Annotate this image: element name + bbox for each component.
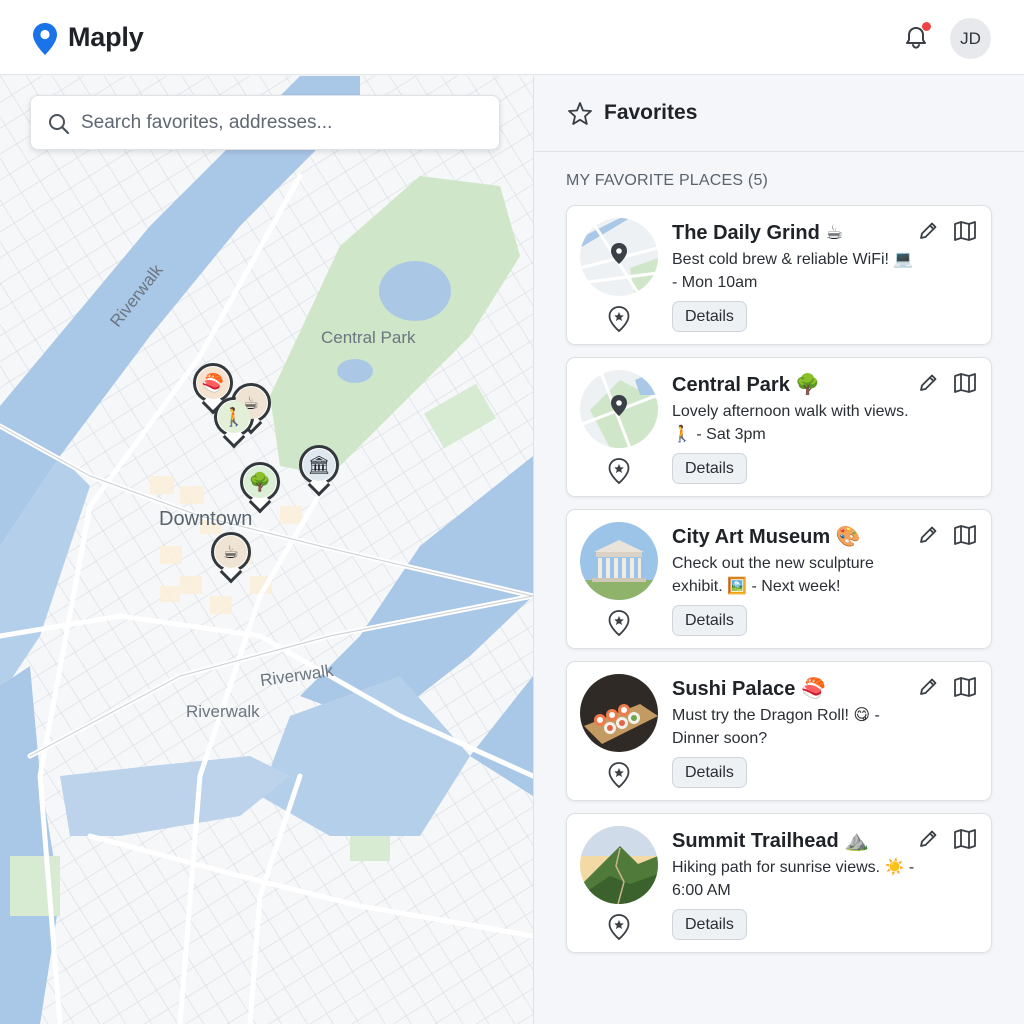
app-header: Maply JD	[0, 0, 1024, 75]
place-thumbnail	[580, 370, 658, 448]
map-base	[0, 76, 533, 1024]
details-button[interactable]: Details	[672, 757, 747, 788]
details-button[interactable]: Details	[672, 301, 747, 332]
map-label-downtown: Downtown	[159, 508, 253, 530]
location-pin-icon	[33, 23, 57, 55]
coffee-icon: ☕	[215, 536, 247, 568]
favorite-pin-icon	[608, 762, 630, 788]
app-logo-text: Maply	[68, 22, 144, 52]
map-label-riverwalk: Riverwalk	[186, 702, 260, 721]
place-title: The Daily Grind ☕	[672, 222, 844, 244]
map-icon[interactable]	[953, 372, 977, 394]
edit-icon[interactable]	[917, 220, 939, 242]
favorite-card[interactable]: City Art Museum 🎨 Check out the new scul…	[566, 509, 992, 649]
place-title: Sushi Palace 🍣	[672, 678, 826, 700]
section-label: MY FAVORITE PLACES (5)	[566, 172, 769, 189]
favorites-panel: Favorites MY FAVORITE PLACES (5) The Dai…	[534, 76, 1024, 1024]
map-pin-cafe[interactable]: ☕	[210, 531, 252, 584]
favorite-card[interactable]: The Daily Grind ☕ Best cold brew & relia…	[566, 205, 992, 345]
place-note: Best cold brew & reliable WiFi! 💻 - Mon …	[672, 251, 914, 291]
notification-badge	[922, 22, 931, 31]
place-title: Central Park 🌳	[672, 374, 821, 396]
edit-icon[interactable]	[917, 524, 939, 546]
place-thumbnail	[580, 218, 658, 296]
edit-icon[interactable]	[917, 828, 939, 850]
favorite-pin-icon	[608, 610, 630, 636]
place-thumbnail	[580, 826, 658, 904]
place-note: Hiking path for sunrise views. ☀️ - 6:00…	[672, 859, 915, 899]
user-avatar[interactable]: JD	[950, 18, 991, 59]
details-button[interactable]: Details	[672, 453, 747, 484]
favorite-card[interactable]: Sushi Palace 🍣 Must try the Dragon Roll!…	[566, 661, 992, 801]
place-note: Lovely afternoon walk with views. 🚶 - Sa…	[672, 403, 909, 443]
panel-title: Favorites	[604, 101, 698, 124]
map-pin-museum[interactable]: 🏛	[298, 444, 340, 497]
favorite-card[interactable]: Summit Trailhead ⛰️ Hiking path for sunr…	[566, 813, 992, 953]
edit-icon[interactable]	[917, 676, 939, 698]
hiker-icon: 🚶	[218, 401, 250, 433]
favorites-header: Favorites	[534, 76, 1024, 152]
star-icon	[568, 102, 592, 125]
place-note: Check out the new sculpture exhibit. 🖼️ …	[672, 555, 874, 595]
favorite-card[interactable]: Central Park 🌳 Lovely afternoon walk wit…	[566, 357, 992, 497]
sushi-icon: 🍣	[197, 367, 229, 399]
place-thumbnail	[580, 522, 658, 600]
map-view[interactable]: Riverwalk Central Park Downtown Riverwal…	[0, 76, 533, 1024]
details-button[interactable]: Details	[672, 909, 747, 940]
favorite-pin-icon	[608, 458, 630, 484]
place-note: Must try the Dragon Roll! 😋 - Dinner soo…	[672, 707, 880, 747]
details-button[interactable]: Details	[672, 605, 747, 636]
place-title: Summit Trailhead ⛰️	[672, 830, 870, 852]
tree-icon: 🌳	[244, 466, 276, 498]
map-icon[interactable]	[953, 828, 977, 850]
search-bar[interactable]	[30, 95, 500, 150]
map-label-central-park: Central Park	[321, 328, 416, 347]
museum-icon: 🏛	[303, 449, 335, 481]
map-icon[interactable]	[953, 676, 977, 698]
favorite-pin-icon	[608, 306, 630, 332]
map-pin-park[interactable]: 🌳	[239, 461, 281, 514]
place-thumbnail	[580, 674, 658, 752]
map-icon[interactable]	[953, 220, 977, 242]
place-title: City Art Museum 🎨	[672, 526, 861, 548]
search-input[interactable]	[81, 106, 491, 140]
favorite-pin-icon	[608, 914, 630, 940]
edit-icon[interactable]	[917, 372, 939, 394]
map-icon[interactable]	[953, 524, 977, 546]
search-icon	[49, 114, 70, 135]
